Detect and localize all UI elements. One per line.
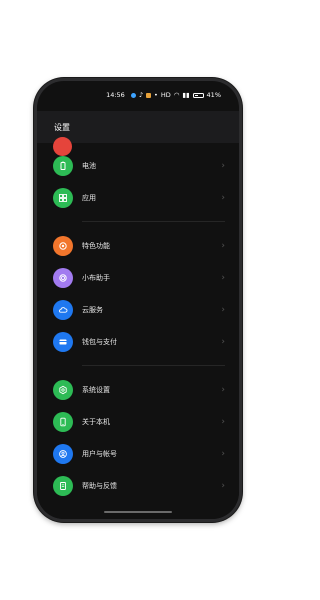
settings-item-cloud[interactable]: 云服务 › (37, 294, 239, 326)
chevron-right-icon: › (221, 241, 225, 251)
chevron-right-icon: › (221, 161, 225, 171)
battery-icon (53, 156, 73, 176)
app-notification-icon (145, 92, 151, 98)
settings-item-help[interactable]: 帮助与反馈 › (37, 470, 239, 502)
home-indicator[interactable] (104, 511, 172, 513)
settings-item-label: 特色功能 (82, 242, 110, 250)
phone-screen: 14:56 ♪ • HD ◠ ▮▮ 41% 设置 电池 › 应用 › 特色功能 … (37, 81, 239, 519)
settings-item-label: 应用 (82, 194, 96, 202)
water-drop-icon (130, 92, 136, 98)
apps-grid-icon (53, 188, 73, 208)
settings-item-assistant[interactable]: 小布助手 › (37, 262, 239, 294)
star-features-icon (53, 236, 73, 256)
phone-icon (53, 412, 73, 432)
wallet-icon (53, 332, 73, 352)
cloud-icon (53, 300, 73, 320)
settings-item-about[interactable]: 关于本机 › (37, 406, 239, 438)
wifi-icon: ◠ (173, 91, 180, 99)
chevron-right-icon: › (221, 337, 225, 347)
settings-item-battery[interactable]: 电池 › (37, 150, 239, 182)
cellular-signal-icon: ▮▮ (182, 91, 190, 99)
dot-icon: • (153, 91, 158, 99)
phone-frame: 14:56 ♪ • HD ◠ ▮▮ 41% 设置 电池 › 应用 › 特色功能 … (34, 78, 242, 522)
group-divider (82, 221, 225, 222)
status-bar: 14:56 ♪ • HD ◠ ▮▮ 41% (37, 81, 239, 109)
settings-list[interactable]: 电池 › 应用 › 特色功能 › 小布助手 › 云服务 › 钱包与支付 › 系统… (37, 137, 239, 519)
chevron-right-icon: › (221, 417, 225, 427)
tiktok-icon: ♪ (138, 91, 143, 99)
assistant-icon (53, 268, 73, 288)
chevron-right-icon: › (221, 481, 225, 491)
group-divider (82, 365, 225, 366)
settings-item-apps[interactable]: 应用 › (37, 182, 239, 214)
settings-item-label: 云服务 (82, 306, 103, 314)
chevron-right-icon: › (221, 449, 225, 459)
settings-item-label: 系统设置 (82, 386, 110, 394)
settings-item-label: 钱包与支付 (82, 338, 117, 346)
chevron-right-icon: › (221, 385, 225, 395)
chevron-right-icon: › (221, 305, 225, 315)
gear-icon (53, 380, 73, 400)
status-time: 14:56 (106, 91, 125, 99)
settings-item-wallet[interactable]: 钱包与支付 › (37, 326, 239, 358)
settings-item-label: 帮助与反馈 (82, 482, 117, 490)
settings-item-label: 小布助手 (82, 274, 110, 282)
chevron-right-icon: › (221, 273, 225, 283)
settings-item-accounts[interactable]: 用户与帐号 › (37, 438, 239, 470)
page-title: 设置 (54, 122, 70, 132)
settings-item-label: 关于本机 (82, 418, 110, 426)
chevron-right-icon: › (221, 193, 225, 203)
settings-item-features[interactable]: 特色功能 › (37, 230, 239, 262)
battery-status-icon (192, 92, 204, 98)
settings-item-label: 用户与帐号 (82, 450, 117, 458)
help-doc-icon (53, 476, 73, 496)
battery-percent: 41% (206, 91, 221, 99)
hd-icon: HD (160, 91, 171, 99)
settings-item-label: 电池 (82, 162, 96, 170)
settings-item-system[interactable]: 系统设置 › (37, 374, 239, 406)
user-icon (53, 444, 73, 464)
